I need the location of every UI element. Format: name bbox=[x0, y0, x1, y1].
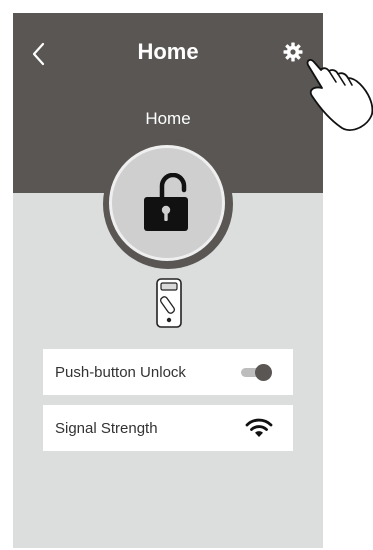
unlocked-padlock-icon bbox=[144, 173, 188, 231]
signal-strength-label: Signal Strength bbox=[55, 419, 158, 437]
pointing-hand-icon bbox=[306, 58, 373, 131]
lock-name: Home bbox=[145, 109, 191, 128]
push-button-unlock-row: Push-button Unlock bbox=[43, 349, 293, 395]
page-title: Home bbox=[137, 39, 199, 64]
wifi-icon bbox=[245, 418, 273, 437]
smart-lock-device-icon bbox=[154, 277, 184, 329]
app-screen: Home Home Push-button Unlock Signal Stre… bbox=[13, 13, 323, 548]
toggle-knob bbox=[255, 364, 272, 381]
lock-toggle-button[interactable] bbox=[109, 145, 225, 261]
signal-strength-row: Signal Strength bbox=[43, 405, 293, 451]
push-button-unlock-label: Push-button Unlock bbox=[55, 363, 186, 381]
push-button-unlock-toggle[interactable] bbox=[241, 362, 273, 382]
